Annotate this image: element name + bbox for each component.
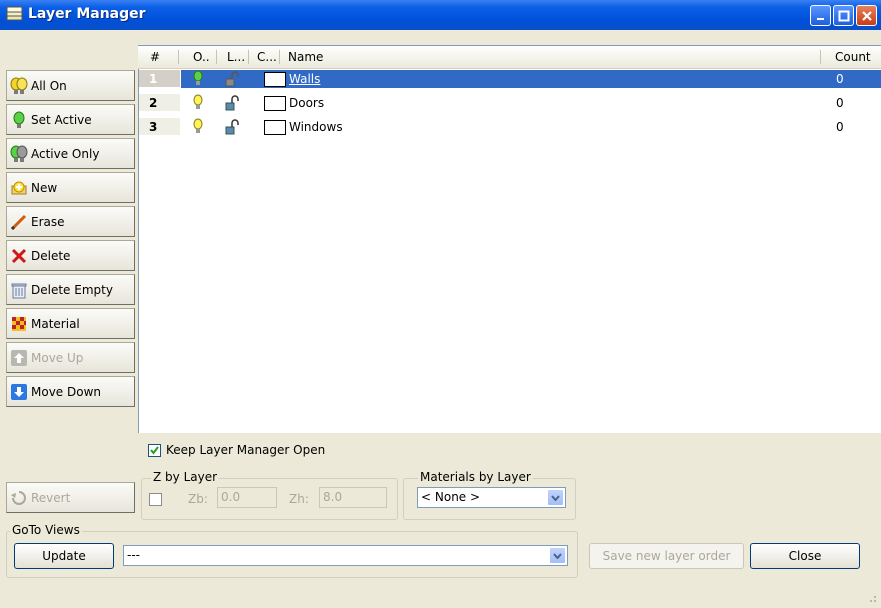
materials-by-layer-label: Materials by Layer [418,470,533,484]
layer-manager-window: Layer Manager All On Set Active Active O… [0,0,881,608]
window-title: Layer Manager [28,6,146,22]
revert-button[interactable]: Revert [6,482,135,513]
yellow-bulb-icon[interactable] [191,94,205,115]
eraser-pencil-icon [10,213,28,231]
unlock-icon[interactable] [225,95,239,114]
materials-dropdown[interactable]: < None > [417,487,566,508]
bulbs-icon [10,77,28,95]
status-bar [0,588,881,608]
erase-button[interactable]: Erase [6,206,135,237]
move-up-button[interactable]: Move Up [6,342,135,373]
delete-label: Delete [31,248,71,263]
zh-label: Zh: [289,492,309,506]
zb-label: Zb: [188,492,208,506]
all-on-button[interactable]: All On [6,70,135,101]
zh-input[interactable]: 8.0 [319,487,387,508]
new-star-icon [10,179,28,197]
chevron-down-icon[interactable] [549,547,566,564]
goto-views-label: GoTo Views [10,523,82,537]
active-only-button[interactable]: Active Only [6,138,135,169]
active-only-label: Active Only [31,146,100,161]
update-button[interactable]: Update [14,543,114,569]
save-layer-order-label: Save new layer order [602,549,731,563]
table-row[interactable]: 1 Walls 0 [139,70,881,88]
delete-button[interactable]: Delete [6,240,135,271]
layer-name: Walls [289,72,321,86]
green-bulb-icon [10,111,28,129]
layer-name: Doors [289,96,325,110]
active-only-bulbs-icon [10,145,28,163]
keep-open-label: Keep Layer Manager Open [166,443,326,457]
update-label: Update [42,549,86,563]
z-by-layer-checkbox[interactable] [149,493,162,506]
materials-dropdown-value: < None > [421,490,481,504]
save-layer-order-button[interactable]: Save new layer order [589,543,744,569]
resize-grip-icon[interactable] [865,591,877,606]
set-active-label: Set Active [31,112,92,127]
layer-number: 2 [139,94,181,112]
chevron-down-icon[interactable] [547,489,564,506]
layers-icon [6,6,24,25]
material-label: Material [31,316,80,331]
revert-icon [10,489,28,507]
layer-list-header: # O.. L... C... Name Count [138,46,881,69]
column-count[interactable]: Count [835,50,871,64]
set-active-button[interactable]: Set Active [6,104,135,135]
layer-color-swatch[interactable] [264,96,286,111]
goto-views-value: --- [127,548,140,562]
yellow-bulb-icon[interactable] [191,118,205,139]
all-on-label: All On [31,78,67,93]
down-arrow-icon [10,383,28,401]
layer-name: Windows [289,120,343,134]
move-up-label: Move Up [31,350,84,365]
revert-label: Revert [31,490,71,505]
zb-input[interactable]: 0.0 [217,487,277,508]
close-button[interactable]: Close [750,543,860,569]
close-window-button[interactable] [856,5,877,26]
maximize-button[interactable] [833,5,854,26]
layer-count: 0 [836,96,844,110]
red-x-icon [10,247,28,265]
column-separator[interactable] [216,50,217,64]
trash-icon [10,281,28,299]
move-down-label: Move Down [31,384,101,399]
z-by-layer-label: Z by Layer [151,470,220,484]
column-separator[interactable] [279,50,280,64]
up-arrow-icon [10,349,28,367]
column-separator[interactable] [248,50,249,64]
layer-color-swatch[interactable] [264,120,286,135]
column-number[interactable]: # [150,50,160,64]
table-row[interactable]: 3 Windows 0 [139,118,881,136]
delete-empty-button[interactable]: Delete Empty [6,274,135,305]
delete-empty-label: Delete Empty [31,282,113,297]
column-name[interactable]: Name [288,50,323,64]
title-bar[interactable]: Layer Manager [0,0,881,30]
keep-open-checkbox[interactable] [148,444,161,457]
column-on[interactable]: O.. [193,50,210,64]
layer-count: 0 [836,72,844,86]
minimize-button[interactable] [810,5,831,26]
new-label: New [31,180,58,195]
column-separator[interactable] [820,50,821,64]
column-separator[interactable] [178,50,179,64]
unlock-icon[interactable] [225,119,239,138]
material-button[interactable]: Material [6,308,135,339]
close-label: Close [788,549,822,563]
green-bulb-icon[interactable] [191,70,205,91]
column-color[interactable]: C... [257,50,277,64]
table-row[interactable]: 2 Doors 0 [139,94,881,112]
layer-number: 3 [139,118,181,136]
layer-number: 1 [139,70,181,88]
move-down-button[interactable]: Move Down [6,376,135,407]
goto-views-dropdown[interactable]: --- [123,545,568,566]
layer-count: 0 [836,120,844,134]
layer-color-swatch[interactable] [264,72,286,87]
unlock-icon[interactable] [225,71,239,90]
new-button[interactable]: New [6,172,135,203]
column-lock[interactable]: L... [227,50,245,64]
erase-label: Erase [31,214,65,229]
checker-material-icon [10,315,28,333]
